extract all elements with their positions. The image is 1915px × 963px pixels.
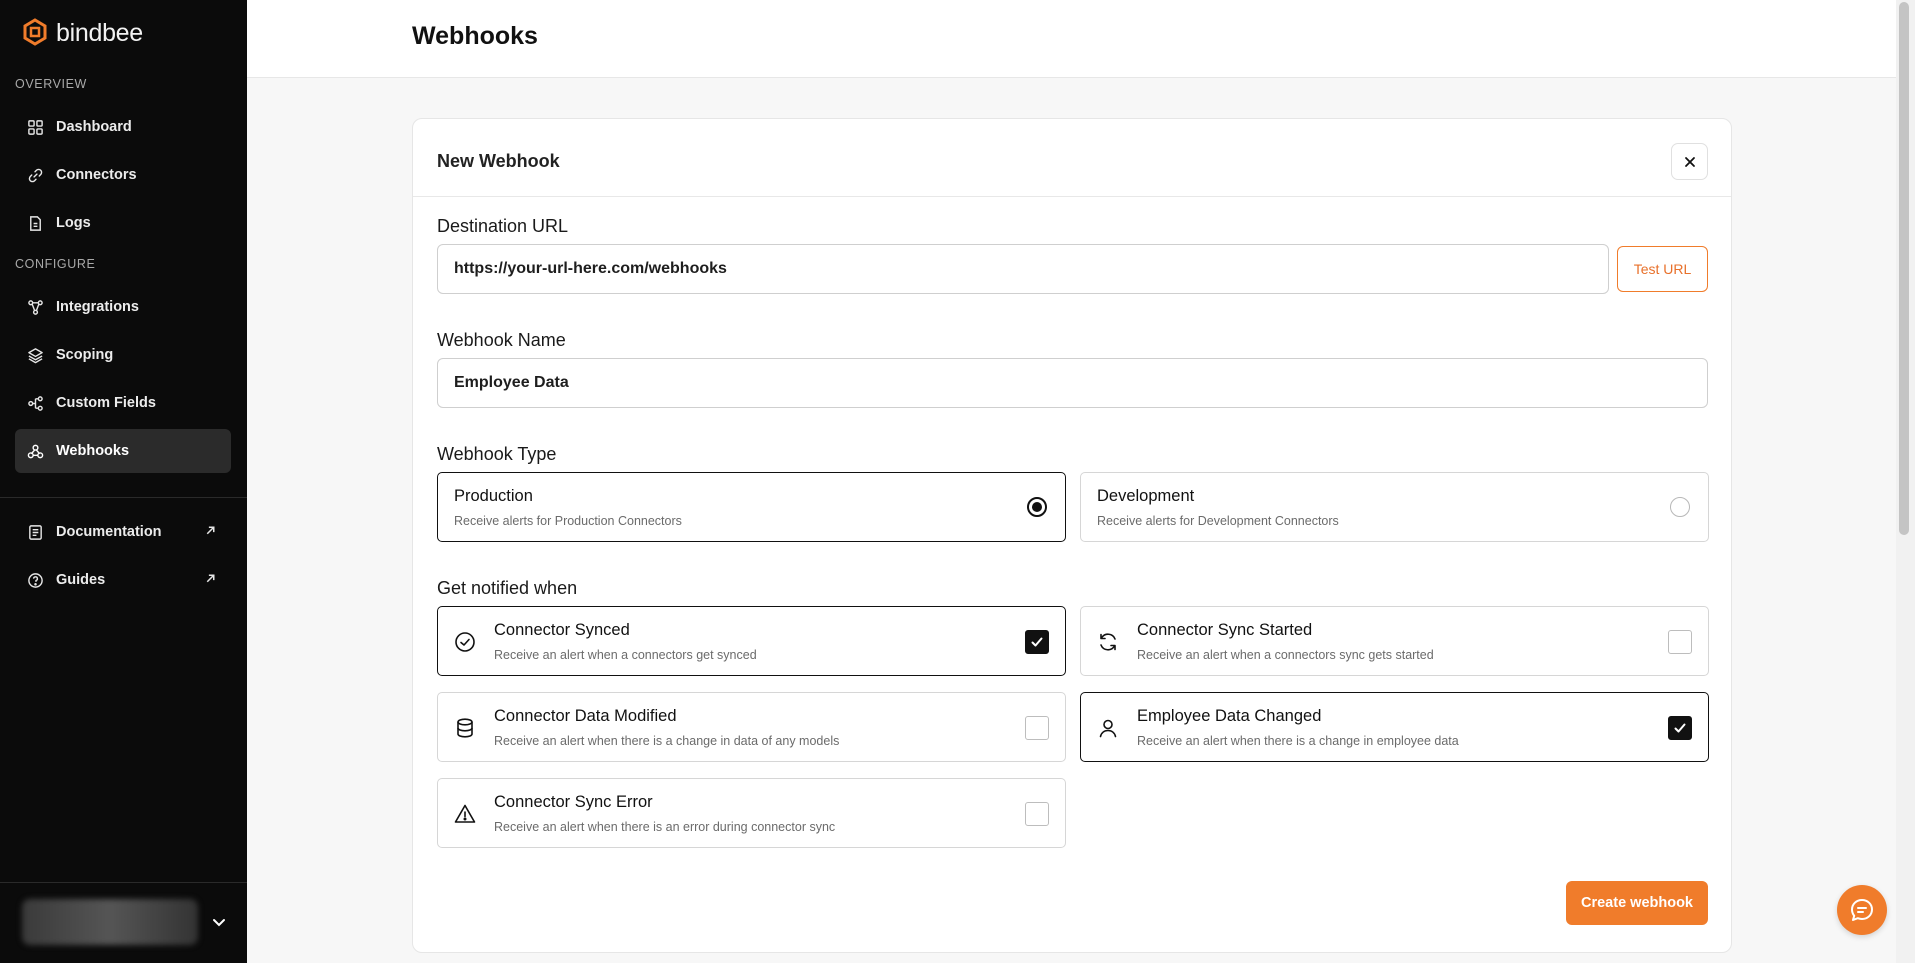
option-title: Connector Sync Started — [1137, 621, 1313, 639]
sidebar-item-label: Webhooks — [56, 443, 130, 459]
checkmark-icon — [1031, 637, 1043, 647]
employee-data-changed-checkbox[interactable] — [1668, 716, 1692, 740]
help-circle-icon — [28, 572, 43, 588]
webhook-name-input[interactable] — [437, 358, 1708, 408]
development-radio[interactable] — [1670, 497, 1690, 517]
production-radio[interactable] — [1027, 497, 1047, 517]
option-description: Receive alerts for Production Connectors — [454, 514, 682, 528]
sidebar-item-webhooks[interactable]: Webhooks — [15, 429, 231, 473]
sidebar-item-label: Documentation — [56, 524, 162, 540]
event-employee-data-changed[interactable]: Employee Data Changed Receive an alert w… — [1080, 692, 1709, 762]
option-description: Receive an alert when a connectors sync … — [1137, 648, 1434, 662]
sidebar-item-label: Logs — [56, 215, 91, 231]
card-title: New Webhook — [437, 151, 560, 171]
sidebar-item-connectors[interactable]: Connectors — [15, 153, 231, 197]
webhook-type-production[interactable]: Production Receive alerts for Production… — [437, 472, 1066, 542]
sidebar-item-label: Custom Fields — [56, 395, 156, 411]
option-title: Connector Data Modified — [494, 707, 677, 725]
events-label: Get notified when — [437, 578, 578, 598]
option-description: Receive an alert when a connectors get s… — [494, 648, 757, 662]
event-connector-sync-error[interactable]: Connector Sync Error Receive an alert wh… — [437, 778, 1066, 848]
event-connector-sync-started[interactable]: Connector Sync Started Receive an alert … — [1080, 606, 1709, 676]
scrollbar-thumb[interactable] — [1899, 2, 1909, 535]
sidebar-link-guides[interactable]: Guides — [15, 558, 231, 602]
test-url-button[interactable]: Test URL — [1617, 246, 1708, 292]
chevron-down-icon — [213, 919, 225, 927]
option-description: Receive an alert when there is an error … — [494, 820, 836, 834]
warning-icon — [454, 804, 476, 823]
option-title: Employee Data Changed — [1137, 707, 1322, 725]
page-title: Webhooks — [412, 22, 538, 50]
close-button[interactable] — [1671, 143, 1708, 180]
sidebar-item-label: Connectors — [56, 167, 137, 183]
account-switcher[interactable] — [0, 882, 247, 963]
option-description: Receive an alert when there is a change … — [494, 734, 840, 748]
option-title: Production — [454, 487, 533, 505]
section-overview: OVERVIEW — [15, 77, 87, 91]
option-title: Connector Sync Error — [494, 793, 653, 811]
integrations-icon — [28, 299, 43, 315]
brand-logo[interactable]: bindbee — [22, 18, 143, 48]
card-header: New Webhook — [413, 119, 1731, 197]
sidebar-item-logs[interactable]: Logs — [15, 201, 231, 245]
new-webhook-card: New Webhook Destination URL Test URL Web… — [412, 118, 1732, 953]
connector-sync-error-checkbox[interactable] — [1025, 802, 1049, 826]
avatar — [22, 899, 198, 945]
user-icon — [1099, 719, 1117, 738]
connector-synced-checkbox[interactable] — [1025, 630, 1049, 654]
external-link-icon — [206, 526, 215, 535]
brand-name: bindbee — [56, 18, 143, 47]
refresh-icon — [1100, 633, 1116, 651]
bindbee-logo-icon — [23, 18, 47, 46]
sidebar-link-documentation[interactable]: Documentation — [15, 510, 231, 554]
sidebar: bindbee OVERVIEW Dashboard Connectors Lo… — [0, 0, 247, 963]
event-connector-synced[interactable]: Connector Synced Receive an alert when a… — [437, 606, 1066, 676]
page-header: Webhooks — [247, 0, 1896, 78]
destination-url-label: Destination URL — [437, 216, 569, 236]
destination-url-input[interactable] — [437, 244, 1609, 294]
document-icon — [29, 524, 42, 540]
link-icon — [28, 168, 43, 182]
option-title: Development — [1097, 487, 1195, 505]
sidebar-item-label: Dashboard — [56, 119, 132, 135]
create-webhook-button[interactable]: Create webhook — [1566, 881, 1708, 925]
external-link-icon — [206, 574, 215, 583]
close-icon — [1684, 156, 1695, 167]
sidebar-item-custom-fields[interactable]: Custom Fields — [15, 381, 231, 425]
option-title: Connector Synced — [494, 621, 630, 639]
sidebar-item-dashboard[interactable]: Dashboard — [15, 105, 231, 149]
chat-icon — [1851, 899, 1873, 921]
event-connector-data-modified[interactable]: Connector Data Modified Receive an alert… — [437, 692, 1066, 762]
webhook-type-development[interactable]: Development Receive alerts for Developme… — [1080, 472, 1709, 542]
connector-data-modified-checkbox[interactable] — [1025, 716, 1049, 740]
option-description: Receive an alert when there is a change … — [1137, 734, 1459, 748]
file-icon — [30, 215, 41, 231]
sidebar-item-label: Guides — [56, 572, 106, 588]
webhook-type-label: Webhook Type — [437, 444, 557, 464]
webhook-icon — [27, 444, 44, 458]
nodes-icon — [28, 395, 43, 411]
checkmark-icon — [1674, 723, 1686, 733]
grid-icon — [28, 119, 43, 135]
sidebar-item-label: Integrations — [56, 299, 139, 315]
sidebar-item-scoping[interactable]: Scoping — [15, 333, 231, 377]
webhook-name-label: Webhook Name — [437, 330, 566, 350]
chat-support-button[interactable] — [1837, 885, 1887, 935]
layers-icon — [28, 347, 43, 363]
option-description: Receive alerts for Development Connector… — [1097, 514, 1339, 528]
sidebar-divider — [0, 497, 247, 498]
sidebar-item-label: Scoping — [56, 347, 114, 363]
database-icon — [457, 718, 473, 738]
section-configure: CONFIGURE — [15, 257, 96, 271]
check-circle-icon — [455, 632, 475, 652]
sidebar-item-integrations[interactable]: Integrations — [15, 285, 231, 329]
connector-sync-started-checkbox[interactable] — [1668, 630, 1692, 654]
